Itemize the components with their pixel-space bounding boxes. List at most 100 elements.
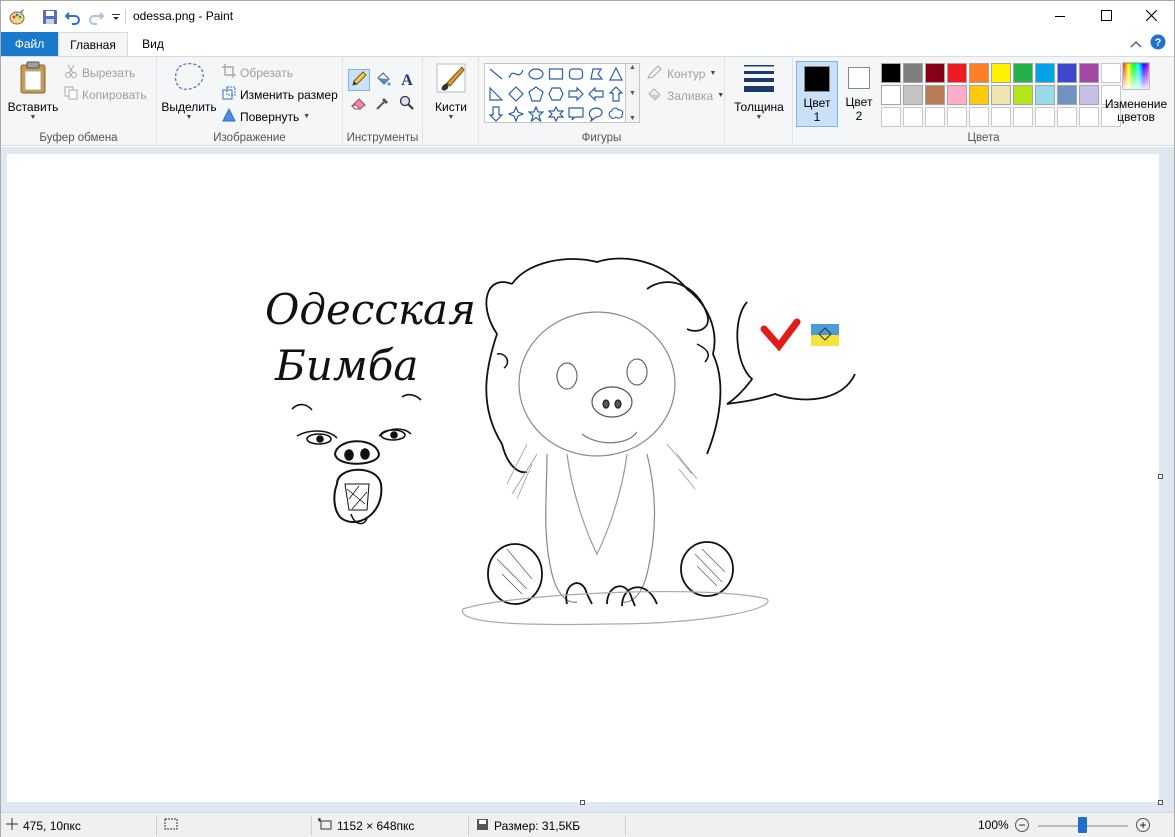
palette-color-swatch[interactable] xyxy=(1035,85,1055,105)
palette-color-swatch[interactable] xyxy=(969,63,989,83)
tab-view[interactable]: Вид xyxy=(131,32,175,56)
customize-quick-access-icon[interactable] xyxy=(107,8,125,26)
palette-color-swatch[interactable] xyxy=(1057,85,1077,105)
cut-button[interactable]: Вырезать xyxy=(64,64,135,81)
color2-button[interactable]: Цвет 2 xyxy=(838,61,880,127)
copy-button[interactable]: Копировать xyxy=(64,86,147,103)
zoom-in-button[interactable]: + xyxy=(1136,818,1150,832)
close-button[interactable] xyxy=(1128,1,1174,32)
palette-color-swatch[interactable] xyxy=(881,85,901,105)
maximize-button[interactable] xyxy=(1083,1,1129,32)
four-point-star-shape[interactable] xyxy=(506,104,526,124)
minimize-icon xyxy=(1055,10,1065,24)
palette-color-swatch[interactable] xyxy=(1013,63,1033,83)
custom-color-slot[interactable] xyxy=(1035,107,1055,127)
rotate-button[interactable]: Повернуть ▼ xyxy=(222,107,310,125)
oval-callout-shape[interactable] xyxy=(586,104,606,124)
scroll-down-icon[interactable]: ▼ xyxy=(629,90,636,97)
custom-color-slot[interactable] xyxy=(1013,107,1033,127)
undo-icon[interactable] xyxy=(64,8,82,26)
rounded-rectangle-shape[interactable] xyxy=(566,64,586,84)
five-point-star-shape[interactable] xyxy=(526,104,546,124)
custom-color-slot[interactable] xyxy=(947,107,967,127)
paste-button[interactable]: Вставить ▼ xyxy=(7,61,59,121)
palette-color-swatch[interactable] xyxy=(925,85,945,105)
palette-color-swatch[interactable] xyxy=(1035,63,1055,83)
rect-callout-shape[interactable] xyxy=(566,104,586,124)
canvas-resize-handle-bottom[interactable] xyxy=(580,800,585,805)
left-arrow-shape[interactable] xyxy=(586,84,606,104)
custom-color-slot[interactable] xyxy=(1057,107,1077,127)
save-icon[interactable] xyxy=(41,8,59,26)
shapes-scroll[interactable]: ▲ ▼ ▼ xyxy=(626,63,640,123)
palette-color-swatch[interactable] xyxy=(947,85,967,105)
edit-colors-button[interactable]: Изменение цветов xyxy=(1101,61,1171,124)
custom-color-slot[interactable] xyxy=(969,107,989,127)
outline-button[interactable]: Контур ▼ xyxy=(647,65,716,82)
paint-app-icon[interactable] xyxy=(8,8,26,26)
crop-button[interactable]: Обрезать xyxy=(222,64,293,81)
redo-icon[interactable] xyxy=(87,8,105,26)
custom-color-slot[interactable] xyxy=(903,107,923,127)
right-triangle-shape[interactable] xyxy=(486,84,506,104)
diamond-shape[interactable] xyxy=(506,84,526,104)
custom-color-slot[interactable] xyxy=(925,107,945,127)
palette-color-swatch[interactable] xyxy=(969,85,989,105)
hexagon-shape[interactable] xyxy=(546,84,566,104)
help-icon[interactable]: ? xyxy=(1150,34,1166,53)
oval-shape[interactable] xyxy=(526,64,546,84)
palette-color-swatch[interactable] xyxy=(1079,85,1099,105)
tab-file[interactable]: Файл xyxy=(1,32,58,56)
palette-color-swatch[interactable] xyxy=(991,85,1011,105)
triangle-shape[interactable] xyxy=(606,64,626,84)
down-arrow-shape[interactable] xyxy=(486,104,506,124)
rectangle-shape[interactable] xyxy=(546,64,566,84)
brushes-button[interactable]: Кисти ▼ xyxy=(429,61,473,121)
text-tool[interactable]: A xyxy=(396,69,418,91)
size-group: Толщина ▼ xyxy=(725,57,793,145)
tab-home[interactable]: Главная xyxy=(58,32,128,57)
curve-shape[interactable] xyxy=(506,64,526,84)
resize-button[interactable]: Изменить размер xyxy=(222,86,338,103)
palette-color-swatch[interactable] xyxy=(903,63,923,83)
custom-color-slot[interactable] xyxy=(1079,107,1099,127)
palette-color-swatch[interactable] xyxy=(947,63,967,83)
select-button[interactable]: Выделить ▼ xyxy=(161,61,217,121)
custom-color-slot[interactable] xyxy=(991,107,1011,127)
zoom-out-button[interactable]: − xyxy=(1015,818,1029,832)
pentagon-shape[interactable] xyxy=(526,84,546,104)
polygon-shape[interactable] xyxy=(586,64,606,84)
six-point-star-shape[interactable] xyxy=(546,104,566,124)
fill-tool[interactable] xyxy=(372,69,394,91)
zoom-slider-thumb[interactable] xyxy=(1078,817,1087,833)
selection-size xyxy=(164,818,178,833)
palette-color-swatch[interactable] xyxy=(881,63,901,83)
eraser-tool[interactable] xyxy=(348,93,370,115)
clipboard-group-label: Буфер обмена xyxy=(39,132,118,144)
palette-color-swatch[interactable] xyxy=(1079,63,1099,83)
palette-color-swatch[interactable] xyxy=(1057,63,1077,83)
scroll-up-icon[interactable]: ▲ xyxy=(629,64,636,71)
right-arrow-shape[interactable] xyxy=(566,84,586,104)
size-button[interactable]: Толщина ▼ xyxy=(733,61,785,121)
minimize-button[interactable] xyxy=(1037,1,1083,32)
magnifier-tool[interactable] xyxy=(396,93,418,115)
up-arrow-shape[interactable] xyxy=(606,84,626,104)
color-picker-tool[interactable] xyxy=(372,93,394,115)
custom-color-slot[interactable] xyxy=(881,107,901,127)
fill-bucket-icon xyxy=(647,87,663,104)
drawing-canvas[interactable]: Одесская Бимба xyxy=(7,154,1159,802)
expand-shapes-icon[interactable]: ▼ xyxy=(629,115,636,122)
palette-color-swatch[interactable] xyxy=(903,85,923,105)
fill-button[interactable]: Заливка ▼ xyxy=(647,87,724,104)
palette-color-swatch[interactable] xyxy=(925,63,945,83)
color1-button[interactable]: Цвет 1 xyxy=(796,61,838,127)
cloud-callout-shape[interactable] xyxy=(606,104,626,124)
palette-color-swatch[interactable] xyxy=(991,63,1011,83)
canvas-resize-handle-corner[interactable] xyxy=(1158,800,1163,805)
canvas-resize-handle-right[interactable] xyxy=(1158,474,1163,479)
collapse-ribbon-icon[interactable] xyxy=(1130,37,1142,51)
pencil-tool[interactable] xyxy=(348,69,370,91)
line-shape[interactable] xyxy=(486,64,506,84)
palette-color-swatch[interactable] xyxy=(1013,85,1033,105)
